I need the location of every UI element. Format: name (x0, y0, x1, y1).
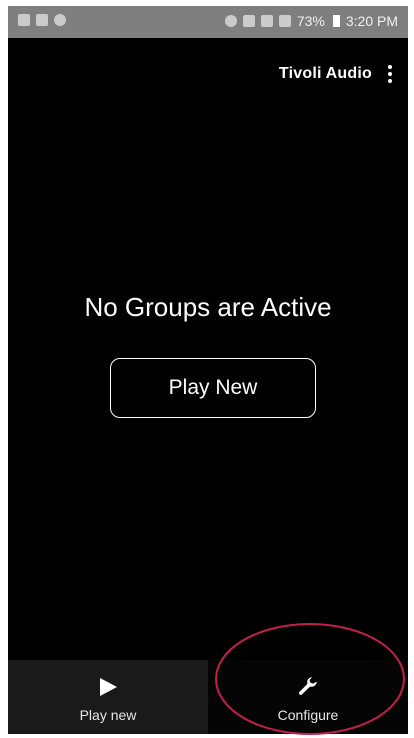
nav-configure-label: Configure (277, 707, 339, 723)
wifi-icon (260, 15, 273, 27)
status-bar: 73% 3:20 PM (8, 6, 408, 38)
status-notifications (18, 14, 66, 26)
app-bar: Tivoli Audio (8, 38, 408, 102)
play-icon (96, 675, 120, 699)
mute-icon (224, 15, 237, 27)
app-notification-icon (54, 14, 66, 26)
signal-icon (278, 15, 291, 27)
more-vert-icon[interactable] (378, 60, 402, 88)
status-system: 73% 3:20 PM (224, 13, 398, 29)
play-new-button[interactable]: Play New (110, 358, 316, 418)
gallery-icon (18, 14, 30, 26)
empty-state-message: No Groups are Active (84, 292, 332, 322)
battery-icon (332, 15, 340, 27)
nav-play-new[interactable]: Play new (8, 660, 208, 734)
menu-dot (388, 72, 392, 76)
wrench-icon (296, 675, 320, 699)
app-title: Tivoli Audio (278, 65, 372, 82)
bottom-navigation: Play new Configure (8, 660, 408, 734)
menu-dot (388, 65, 392, 69)
battery-percent: 73% (296, 13, 325, 29)
nav-play-new-label: Play new (79, 707, 137, 723)
clock: 3:20 PM (345, 13, 398, 29)
notification-icon (36, 14, 48, 26)
app-screen: 73% 3:20 PM Tivoli Audio No Groups are A… (8, 6, 408, 734)
menu-dot (388, 79, 392, 83)
bluetooth-icon (242, 15, 255, 27)
nav-configure[interactable]: Configure (208, 660, 408, 734)
